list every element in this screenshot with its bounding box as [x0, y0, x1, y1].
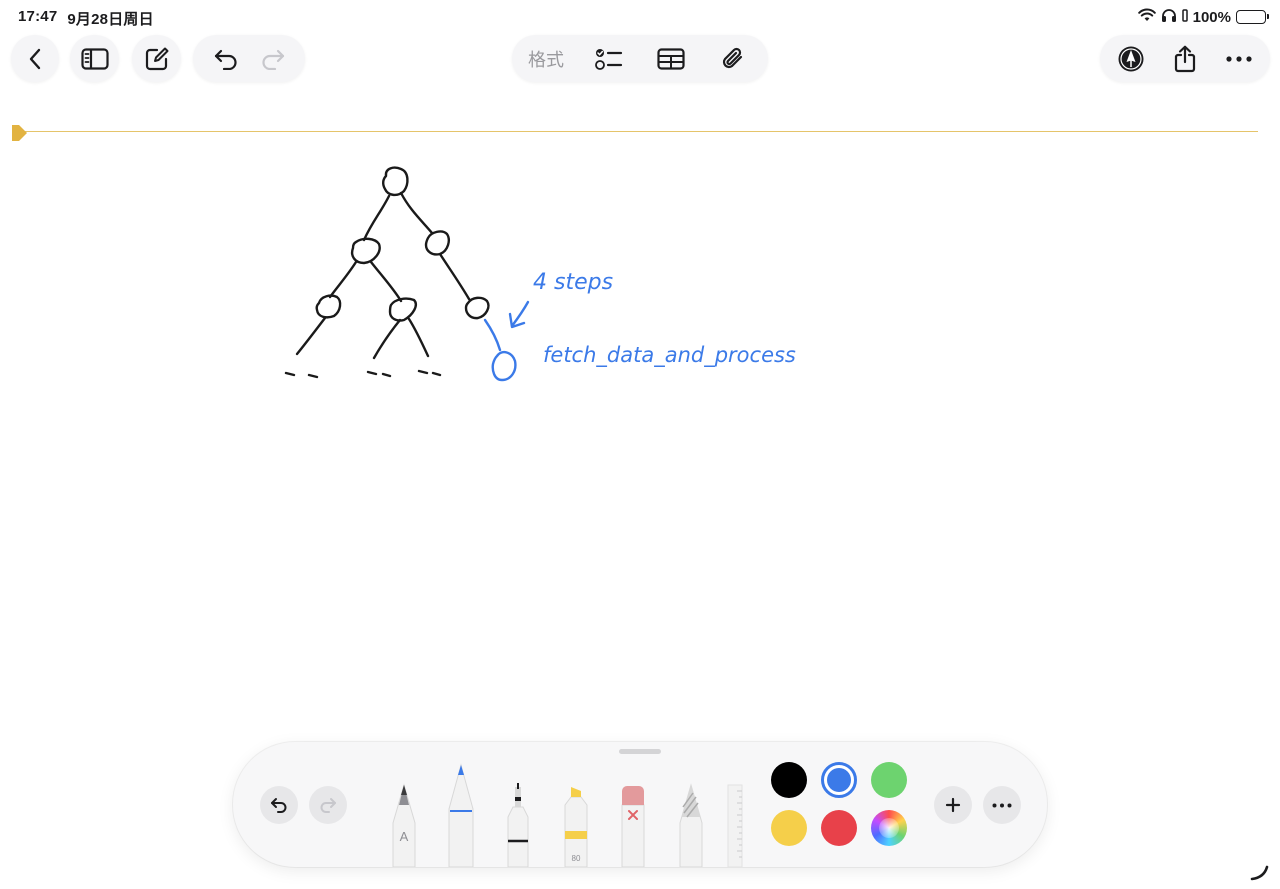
- pen-a-label: A: [400, 829, 409, 844]
- tool-palette: A 80: [233, 742, 1047, 867]
- tree-node-lr: [388, 297, 417, 322]
- monoline-pen-tool[interactable]: A: [391, 783, 417, 867]
- tree-edge: [369, 260, 403, 303]
- add-tool-button[interactable]: [934, 786, 972, 824]
- annotation-function: fetch_data_and_process: [543, 343, 796, 367]
- ellipsis-icon: [992, 803, 1012, 807]
- redo-icon: [320, 798, 336, 813]
- palette-more-button[interactable]: [983, 786, 1021, 824]
- color-picker-rainbow[interactable]: [871, 810, 907, 846]
- tree-node-right: [424, 230, 450, 256]
- eraser-tool[interactable]: [621, 785, 645, 867]
- color-swatch-yellow[interactable]: [771, 810, 807, 846]
- blue-edge: [483, 318, 502, 352]
- tree-dashes: [284, 371, 319, 379]
- tree-node-ll: [315, 294, 342, 319]
- undo-icon: [271, 798, 287, 813]
- color-swatch-red[interactable]: [821, 810, 857, 846]
- arrow-icon: [508, 300, 530, 329]
- tree-node-left: [350, 237, 381, 265]
- tree-dashes: [366, 370, 392, 378]
- tree-edge: [407, 317, 430, 358]
- tree-node-rr: [464, 296, 490, 320]
- tree-edge: [372, 318, 402, 360]
- highlighter-tool[interactable]: 80: [563, 785, 589, 867]
- ruler-tool[interactable]: [727, 783, 743, 867]
- annotation-steps: 4 steps: [533, 270, 614, 295]
- tree-node-root: [382, 166, 409, 197]
- palette-grabber[interactable]: [619, 749, 661, 754]
- tree-edge: [295, 316, 327, 356]
- pen-tool[interactable]: [447, 763, 475, 867]
- color-swatch-black[interactable]: [771, 762, 807, 798]
- tree-edge: [438, 252, 471, 301]
- tree-edge: [399, 191, 434, 235]
- color-swatch-blue-selected[interactable]: [821, 762, 857, 798]
- tree-edge: [328, 260, 358, 299]
- palette-undo-button[interactable]: [260, 786, 298, 824]
- plus-icon: [945, 797, 961, 813]
- resize-corner-icon[interactable]: [1250, 865, 1270, 881]
- pencil-tool[interactable]: [678, 783, 704, 867]
- fineliner-tool[interactable]: [506, 783, 530, 867]
- highlighter-size-label: 80: [572, 854, 581, 863]
- color-swatch-green[interactable]: [871, 762, 907, 798]
- blue-tree-node: [491, 350, 517, 382]
- tree-dashes: [417, 369, 442, 377]
- tree-edge: [362, 194, 391, 242]
- palette-redo-button[interactable]: [309, 786, 347, 824]
